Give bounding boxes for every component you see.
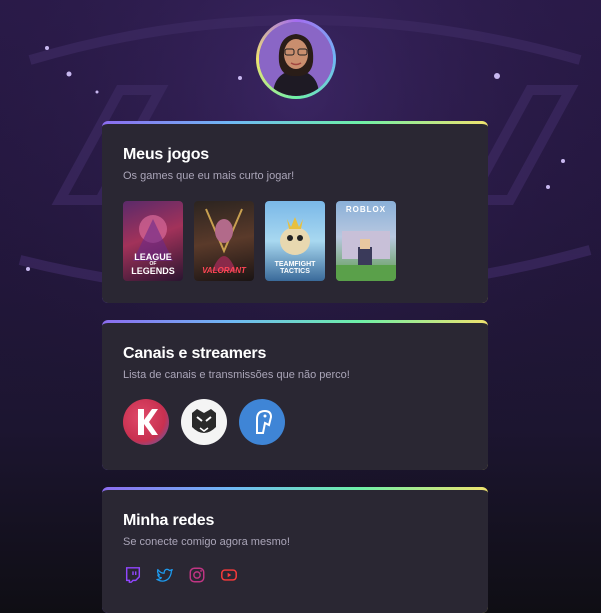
twitch-icon xyxy=(125,567,141,583)
game-roblox[interactable]: ROBLOX xyxy=(336,201,396,281)
twitch-link[interactable] xyxy=(123,565,143,585)
twitter-icon xyxy=(156,568,173,582)
youtube-icon xyxy=(221,569,237,581)
game-league-of-legends[interactable]: LEAGUE OF LEGENDS xyxy=(123,201,183,281)
games-subtitle: Os games que eu mais curto jogar! xyxy=(123,170,295,182)
games-card: Meus jogos Os games que eu mais curto jo… xyxy=(102,121,488,303)
games-title: Meus jogos xyxy=(123,146,210,163)
youtube-link[interactable] xyxy=(219,565,239,585)
game-caption: ROBLOX xyxy=(345,205,387,214)
game-caption: LEAGUE OF LEGENDS xyxy=(131,252,175,276)
social-subtitle: Se conecte comigo agora mesmo! xyxy=(123,536,290,548)
instagram-icon xyxy=(189,567,205,583)
instagram-link[interactable] xyxy=(187,565,207,585)
channel-k[interactable] xyxy=(123,399,169,445)
twitter-link[interactable] xyxy=(155,565,175,585)
game-caption: TEAMFIGHT TACTICS xyxy=(274,261,316,275)
channels-card: Canais e streamers Lista de canais e tra… xyxy=(102,320,488,470)
game-teamfight-tactics[interactable]: TEAMFIGHT TACTICS xyxy=(265,201,325,281)
bird-logo-icon xyxy=(256,409,273,434)
games-list: LEAGUE OF LEGENDS VALORANT TEAMFIGHT TAC… xyxy=(123,201,467,281)
profile-avatar xyxy=(256,19,336,99)
channels-subtitle: Lista de canais e transmissões que não p… xyxy=(123,369,350,381)
social-title: Minha redes xyxy=(123,512,215,529)
social-links xyxy=(123,565,467,585)
profile-photo xyxy=(259,22,333,96)
channel-tiger[interactable] xyxy=(181,399,227,445)
game-valorant[interactable]: VALORANT xyxy=(194,201,254,281)
channels-title: Canais e streamers xyxy=(123,345,267,362)
tiger-logo-icon xyxy=(192,409,216,433)
channel-bird[interactable] xyxy=(239,399,285,445)
social-card: Minha redes Se conecte comigo agora mesm… xyxy=(102,487,488,613)
channels-list xyxy=(123,399,467,445)
k-logo-icon xyxy=(138,409,158,435)
game-caption: VALORANT xyxy=(202,266,246,275)
